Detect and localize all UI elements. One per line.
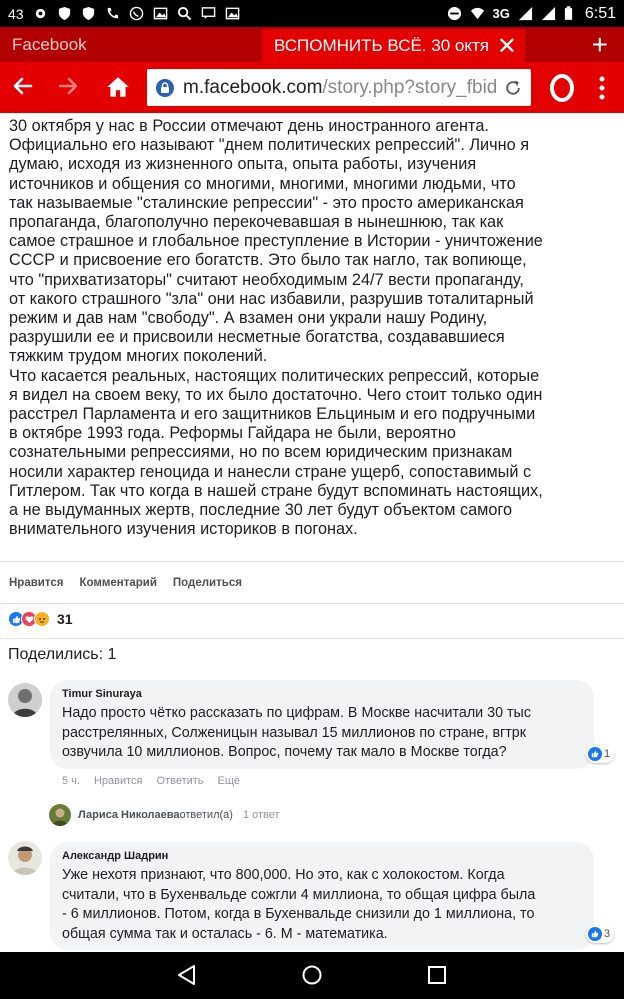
close-tab-icon[interactable]: ✕ [497, 32, 517, 61]
shield-icon [58, 6, 70, 21]
reaction-count: 31 [57, 611, 73, 627]
status-number: 43 [8, 5, 24, 22]
search-icon [177, 6, 191, 21]
comment-reply-button[interactable]: Ответить [157, 775, 204, 787]
forward-arrow-icon[interactable] [56, 74, 80, 98]
comment-like-button[interactable]: Нравится [94, 775, 143, 787]
battery-icon [564, 6, 572, 20]
comment-bubble: Timur Sinuraya Надо просто чётко рассказ… [50, 680, 594, 769]
do-not-disturb-icon [447, 6, 461, 21]
nav-home-icon[interactable] [301, 964, 323, 986]
image-icon-2 [225, 7, 239, 20]
missed-call-icon [107, 7, 118, 19]
divider [0, 603, 624, 604]
comment-like-badge[interactable]: 1 [586, 745, 615, 763]
comment-author[interactable]: Timur Sinuraya [62, 688, 582, 700]
nav-recents-icon[interactable] [426, 964, 448, 986]
tab-active-label: ВСПОМНИТЬ ВСЁ. 30 октя [274, 35, 489, 55]
tab-bar: Facebook ВСПОМНИТЬ ВСЁ. 30 октя ✕ + [0, 27, 624, 62]
network-type: 3G [492, 6, 510, 21]
home-icon[interactable] [105, 74, 131, 100]
reply-summary[interactable]: Лариса Николаева ответил(а) 1 ответ [78, 809, 280, 821]
reactions-summary[interactable]: 31 [8, 611, 73, 627]
share-button[interactable]: Поделиться [173, 577, 242, 589]
comment-like-count: 1 [604, 748, 611, 760]
wifi-icon [470, 7, 484, 20]
comment-time: 5 ч. [62, 775, 80, 787]
comment-more-button[interactable]: Ещё [218, 775, 241, 787]
comment-like-badge[interactable]: 3 [586, 925, 615, 943]
post-text: 30 октября у нас в России отмечают день … [9, 117, 543, 539]
address-bar[interactable]: m.facebook.com/story.php?story_fbid [147, 69, 531, 106]
post-actions: Нравится Комментарий Поделиться [9, 577, 242, 589]
comment-meta: 5 ч. Нравится Ответить Ещё [62, 775, 240, 787]
reply-count: 1 ответ [242, 809, 280, 821]
comment-author[interactable]: Александр Шадрин [62, 850, 582, 862]
navigation-bar [0, 952, 624, 999]
tab-active[interactable]: ВСПОМНИТЬ ВСЁ. 30 октя ✕ [262, 29, 525, 62]
url-path: /story.php?story_fbid [322, 76, 498, 98]
like-icon [588, 927, 602, 941]
site-info-icon[interactable] [155, 78, 175, 98]
signal-icon [518, 6, 532, 21]
tab-facebook[interactable]: Facebook [0, 35, 262, 55]
avatar[interactable] [8, 841, 42, 875]
comment-text: Уже нехотя признают, что 800,000. Но это… [62, 867, 536, 942]
toolbar: m.facebook.com/story.php?story_fbid [0, 62, 624, 113]
back-arrow-icon[interactable] [11, 74, 35, 98]
clock: 6:51 [584, 4, 616, 22]
reload-icon[interactable] [501, 77, 523, 99]
divider [0, 638, 624, 639]
like-button[interactable]: Нравится [9, 577, 63, 589]
settings-gear-icon [35, 8, 45, 19]
like-icon [588, 747, 602, 761]
menu-icon[interactable] [598, 75, 606, 101]
reply-avatar[interactable] [49, 804, 71, 826]
avatar[interactable] [8, 683, 42, 717]
status-bar: 43 3G 6:51 [0, 0, 624, 27]
signal-icon-2 [541, 6, 555, 21]
new-tab-button[interactable]: + [592, 30, 608, 59]
reply-verb: ответил(а) [179, 809, 233, 821]
shares-count[interactable]: Поделились: 1 [8, 646, 116, 664]
angry-reaction-icon [34, 611, 50, 627]
comment-like-count: 3 [604, 928, 611, 940]
nav-back-icon[interactable] [176, 964, 198, 986]
comment-bubble: Александр Шадрин Уже нехотя признают, чт… [50, 842, 594, 950]
comment-button[interactable]: Комментарий [79, 577, 156, 589]
reply-author: Лариса Николаева [78, 809, 180, 821]
url-host: m.facebook.com [183, 76, 323, 98]
divider [0, 561, 624, 562]
whatsapp-icon [129, 6, 143, 21]
security-shield-icon [82, 6, 94, 21]
image-icon [153, 7, 167, 20]
comment-text: Надо просто чётко рассказать по цифрам. … [62, 705, 531, 760]
message-icon [201, 7, 215, 20]
opera-logo-icon[interactable] [549, 74, 575, 102]
